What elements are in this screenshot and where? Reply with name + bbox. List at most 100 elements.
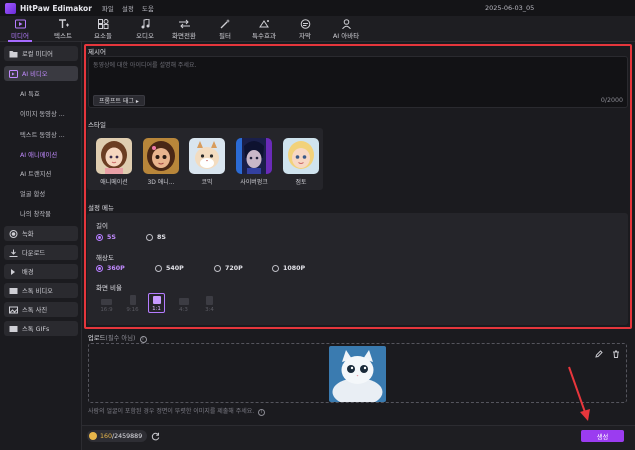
tab-filters-label: 필터 <box>219 32 231 40</box>
ratio-option-3-4[interactable]: 3:4 <box>201 293 218 313</box>
menu-file[interactable]: 파일 <box>102 3 114 13</box>
style-label-clay: 점토 <box>295 179 307 186</box>
filter-wand-icon <box>219 18 231 29</box>
radio-dot <box>214 265 221 272</box>
stock-video-icon <box>9 287 19 295</box>
sidebar-item-stock-photo[interactable]: 스톡 사진 <box>4 302 78 317</box>
annotation-arrow-icon <box>568 366 590 421</box>
sidebar-item-label: AI 특효 <box>20 91 40 98</box>
radio-label: 8S <box>157 234 166 241</box>
tab-text-label: 텍스트 <box>54 32 72 40</box>
tab-elements[interactable]: 요소들 <box>88 18 118 42</box>
sidebar-item-label: 녹화 <box>22 231 34 238</box>
style-card-comic[interactable] <box>189 138 225 174</box>
ratio-text: 1:1 <box>152 306 161 312</box>
tab-subtitles[interactable]: 자막 <box>294 18 316 42</box>
sidebar-item-background[interactable]: 배경 <box>4 264 78 279</box>
ratio-option-16-9[interactable]: 16:9 <box>98 293 115 313</box>
refresh-icon[interactable] <box>151 432 160 441</box>
ratio-text: 3:4 <box>205 307 214 313</box>
tab-filters[interactable]: 필터 <box>212 18 238 42</box>
prompt-textarea[interactable]: 동영상에 대한 아이디어를 설명해 주세요. 프롬프트 태그 ▸ 0/2000 <box>88 56 628 108</box>
tab-audio[interactable]: 오디오 <box>130 18 160 42</box>
tab-audio-label: 오디오 <box>136 32 154 40</box>
radio-label: 540P <box>166 265 184 272</box>
sidebar-item-text-to-video[interactable]: 텍스트 동영상 ... <box>4 127 78 142</box>
text-icon <box>57 18 69 29</box>
resolution-option-540p[interactable]: 540P <box>155 265 184 272</box>
sidebar-item-label: AI 트랜지션 <box>20 171 52 178</box>
sidebar-item-my-creations[interactable]: 나의 창작물 <box>4 206 78 221</box>
style-card-cyberpunk[interactable] <box>236 138 272 174</box>
resolution-option-720p[interactable]: 720P <box>214 265 243 272</box>
music-note-icon <box>139 18 151 29</box>
ratio-text: 4:3 <box>179 307 188 313</box>
sidebar-item-ai-animation[interactable]: AI 애니메이션 <box>4 147 78 162</box>
credits-total: /2459889 <box>112 432 143 440</box>
radio-label: 5S <box>107 234 116 241</box>
ratio-option-9-16[interactable]: 9:16 <box>124 293 141 313</box>
sidebar-item-label: 다운로드 <box>22 250 46 257</box>
uploaded-cat-image <box>329 346 386 402</box>
radio-label: 360P <box>107 265 125 272</box>
resolution-label: 해상도 <box>96 254 114 262</box>
sidebar-item-ai-effects[interactable]: AI 특효 <box>4 86 78 101</box>
record-icon <box>9 229 19 238</box>
sidebar-item-label: AI 비디오 <box>22 71 48 78</box>
length-option-5s[interactable]: 5S <box>96 234 116 241</box>
sidebar-item-label: 스톡 비디오 <box>22 288 53 295</box>
delete-trash-icon[interactable] <box>612 350 620 358</box>
tab-text[interactable]: 텍스트 <box>48 18 78 42</box>
sidebar-item-download[interactable]: 다운로드 <box>4 245 78 260</box>
footer-bar <box>82 425 635 450</box>
radio-label: 720P <box>225 265 243 272</box>
app-logo-icon <box>5 2 16 14</box>
style-card-clay[interactable] <box>283 138 319 174</box>
ratio-option-1-1[interactable]: 1:1 <box>148 293 165 313</box>
prompt-tag-button[interactable]: 프롬프트 태그 ▸ <box>93 95 145 106</box>
effects-icon <box>258 18 270 29</box>
radio-dot <box>272 265 279 272</box>
sidebar-item-stock-video[interactable]: 스톡 비디오 <box>4 283 78 298</box>
upload-optional-text: (필수 아님) <box>105 335 136 342</box>
ratio-option-4-3[interactable]: 4:3 <box>175 293 192 313</box>
sidebar-item-ai-transition[interactable]: AI 트랜지션 <box>4 166 78 181</box>
length-option-8s[interactable]: 8S <box>146 234 166 241</box>
sidebar-item-ai-video[interactable]: AI 비디오 <box>4 66 78 81</box>
tab-transitions[interactable]: 화면전환 <box>166 18 202 42</box>
hint-info-icon[interactable]: i <box>258 409 266 416</box>
sidebar-item-local-media[interactable]: 로컬 미디어 <box>4 46 78 61</box>
sidebar-item-label: 얼굴 합성 <box>20 191 46 198</box>
sidebar-item-face-swap[interactable]: 얼굴 합성 <box>4 186 78 201</box>
style-card-3d-animation[interactable] <box>143 138 179 174</box>
edit-pencil-icon[interactable] <box>595 350 603 358</box>
tab-effects[interactable]: 특수효과 <box>248 18 280 42</box>
sidebar-item-record[interactable]: 녹화 <box>4 226 78 241</box>
tab-media[interactable]: 미디어 <box>6 18 34 42</box>
project-name: 2025-06-03_05 <box>485 4 535 12</box>
resolution-option-1080p[interactable]: 1080P <box>272 265 305 272</box>
radio-dot <box>146 234 153 241</box>
stock-photo-icon <box>9 306 19 314</box>
prompt-placeholder: 동영상에 대한 아이디어를 설명해 주세요. <box>93 62 197 69</box>
style-label-comic: 코믹 <box>201 179 213 186</box>
tab-elements-label: 요소들 <box>94 32 112 40</box>
generate-button[interactable]: 생성 <box>581 430 624 442</box>
info-icon[interactable]: i <box>139 336 147 343</box>
style-label-3d-animation: 3D 애니... <box>147 179 175 186</box>
tab-ai-avatar[interactable]: AI 아바타 <box>328 18 364 42</box>
menu-settings[interactable]: 설정 <box>122 3 134 13</box>
sidebar-item-label: 나의 창작물 <box>20 211 51 218</box>
style-card-animation[interactable] <box>96 138 132 174</box>
ratio-text: 16:9 <box>100 307 113 313</box>
menu-help[interactable]: 도움 <box>142 3 154 13</box>
ratio-shape <box>178 298 189 305</box>
sidebar-item-image-to-video[interactable]: 이미지 동영상 ... <box>4 106 78 121</box>
gif-icon <box>9 325 19 333</box>
credits-used: 160 <box>100 432 113 440</box>
upload-title-text: 업로드 <box>88 335 106 342</box>
sidebar-item-label: 배경 <box>22 269 34 276</box>
aspect-ratio-label: 화면 비율 <box>96 284 122 292</box>
sidebar-item-stock-gifs[interactable]: 스톡 GIFs <box>4 321 78 336</box>
resolution-option-360p[interactable]: 360P <box>96 265 125 272</box>
